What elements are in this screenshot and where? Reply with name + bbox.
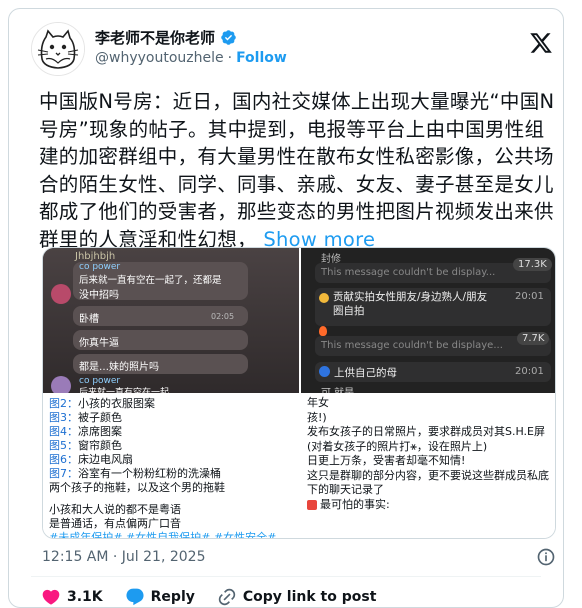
media-image-left-caption[interactable]: 图2：小孩的衣服图案 图3：被子颜色 图4：凉席图案 图5：窗帘颜色 图6：床边…: [43, 393, 299, 539]
fire-icon: [319, 326, 327, 336]
chat-avatar-2: [51, 376, 71, 393]
rchat-r4: This message couldn't be displaye...: [321, 340, 503, 351]
rchat-r2-count: 17.3K: [513, 258, 552, 271]
caption-line-8: 两个孩子的拖鞋，以及这个男的拖鞋: [49, 481, 225, 494]
link-icon: [218, 588, 236, 606]
rchat-r4-count: 7.7K: [517, 332, 550, 345]
post-timestamp[interactable]: 12:15 AM · Jul 21, 2025: [42, 549, 206, 565]
caption-line: 图2：小孩的衣服图案: [49, 397, 155, 410]
chat-msg-3: 你真牛逼: [79, 338, 119, 349]
rcaption-l2: 孩!): [307, 410, 327, 424]
caption-para-1: 小孩和大人说的都不是粤语: [49, 503, 181, 516]
caption-line: 图4：凉席图案: [49, 425, 122, 438]
rchat-r2: This message couldn't be display...: [321, 267, 496, 278]
caption-line: 图5：窗帘颜色: [49, 439, 122, 452]
rchat-r3: 贡献实拍女性朋友/身边熟人/朋友圈自拍: [333, 291, 488, 317]
author-handle[interactable]: @whyyoutouzhele: [95, 50, 224, 66]
rcaption-l6: 这只是群聊的部分内容，更不要说这些群成员私底: [307, 468, 549, 482]
rcaption-l7: 下的聊天记录了: [307, 483, 384, 496]
actions-separator: [31, 576, 541, 577]
info-icon[interactable]: [536, 547, 556, 567]
avatar-cat-icon: [32, 23, 84, 75]
rcaption-l5: 日更上万条，受害者却毫不知情!: [307, 454, 466, 467]
media-image-right-caption[interactable]: 年女 孩!) 发布女孩子的日常照片，要求群成员对其S.H.E屏 (对着女孩子的照…: [301, 393, 555, 538]
copy-link-label: Copy link to post: [242, 589, 377, 605]
reply-button[interactable]: Reply: [125, 587, 195, 607]
reply-bubble-icon: [126, 588, 144, 606]
rchat-r5: 上供自己的母: [334, 367, 397, 379]
chat-time: 02:05: [211, 312, 235, 321]
tweet-text: 中国版N号房：近日，国内社交媒体上出现大量曝光“中国N号房”现象的帖子。其中提到…: [39, 88, 559, 253]
tweet-card: 李老师不是你老师 @whyyoutouzhele · Follow 中国版N号房…: [8, 8, 564, 608]
chat-bottom-msg: 后来就一直有空在一起: [79, 388, 170, 393]
chat-msg-1b: 没中招吗: [79, 290, 119, 301]
follow-button[interactable]: Follow: [236, 50, 287, 66]
dot-separator: ·: [227, 50, 233, 66]
chat-msg-2: 卧槽: [79, 314, 99, 325]
chat-msg-1: 后来就一直有空在一起了，还都是: [79, 275, 222, 286]
chat-avatar-1: [51, 284, 71, 304]
rcaption-l4: (对着女孩子的照片打⚹，设在照片上): [307, 439, 488, 453]
chat-user-1: Jhbjhbjh: [75, 251, 116, 262]
caption-line: 图6：床边电风扇: [49, 453, 133, 466]
info-bubble-icon: [319, 366, 330, 377]
like-button[interactable]: 3.1K: [41, 587, 103, 607]
like-count: 3.1K: [67, 589, 103, 605]
action-bar: 3.1K Reply Copy link to post: [41, 587, 398, 607]
author-name[interactable]: 李老师不是你老师: [95, 27, 215, 48]
rcaption-l8: 最可怕的事实:: [320, 497, 390, 511]
author-name-row: 李老师不是你老师: [95, 27, 237, 48]
media-grid[interactable]: Jhbjhbjh co power 后来就一直有空在一起了，还都是 没中招吗 卧…: [42, 247, 556, 539]
media-image-left-chat[interactable]: Jhbjhbjh co power 后来就一直有空在一起了，还都是 没中招吗 卧…: [43, 248, 299, 393]
caption-hashtags: #未成年保护# #女性自我保护# #女性安全#: [49, 531, 277, 539]
tweet-body: 中国版N号房：近日，国内社交媒体上出现大量曝光“中国N号房”现象的帖子。其中提到…: [39, 90, 555, 251]
rcaption-l3: 发布女孩子的日常照片，要求群成员对其S.H.E屏: [307, 425, 546, 438]
rcaption-l8-row: 最可怕的事实:: [307, 498, 551, 513]
caption-line: 图3：被子颜色: [49, 411, 122, 424]
copy-link-button[interactable]: Copy link to post: [217, 587, 377, 607]
heart-icon: [42, 589, 60, 605]
verified-badge-icon: [221, 30, 236, 45]
rcaption-l1: 年女: [307, 396, 329, 409]
caption-line: 图7：浴室有一个粉粉红粉的洗澡桶: [49, 467, 221, 480]
warning-emoji-icon: [307, 499, 317, 510]
rchat-r5-time: 20:01: [515, 366, 544, 377]
chat-msg-4: 都是…妹的照片吗: [79, 362, 159, 373]
rchat-r6: 可 就是: [321, 384, 354, 393]
x-logo-icon[interactable]: [529, 31, 553, 55]
caption-para-2: 是普通话，有点偏两广口音: [49, 517, 181, 530]
chat-user-2: co power: [79, 262, 121, 272]
rchat-r3-time: 20:01: [515, 291, 544, 302]
reply-label: Reply: [150, 589, 195, 605]
coin-icon: [319, 293, 329, 303]
author-handle-row: @whyyoutouzhele · Follow: [95, 50, 287, 66]
avatar[interactable]: [31, 22, 85, 76]
media-image-right-chat[interactable]: 封修 This message couldn't be display... 1…: [301, 248, 555, 393]
